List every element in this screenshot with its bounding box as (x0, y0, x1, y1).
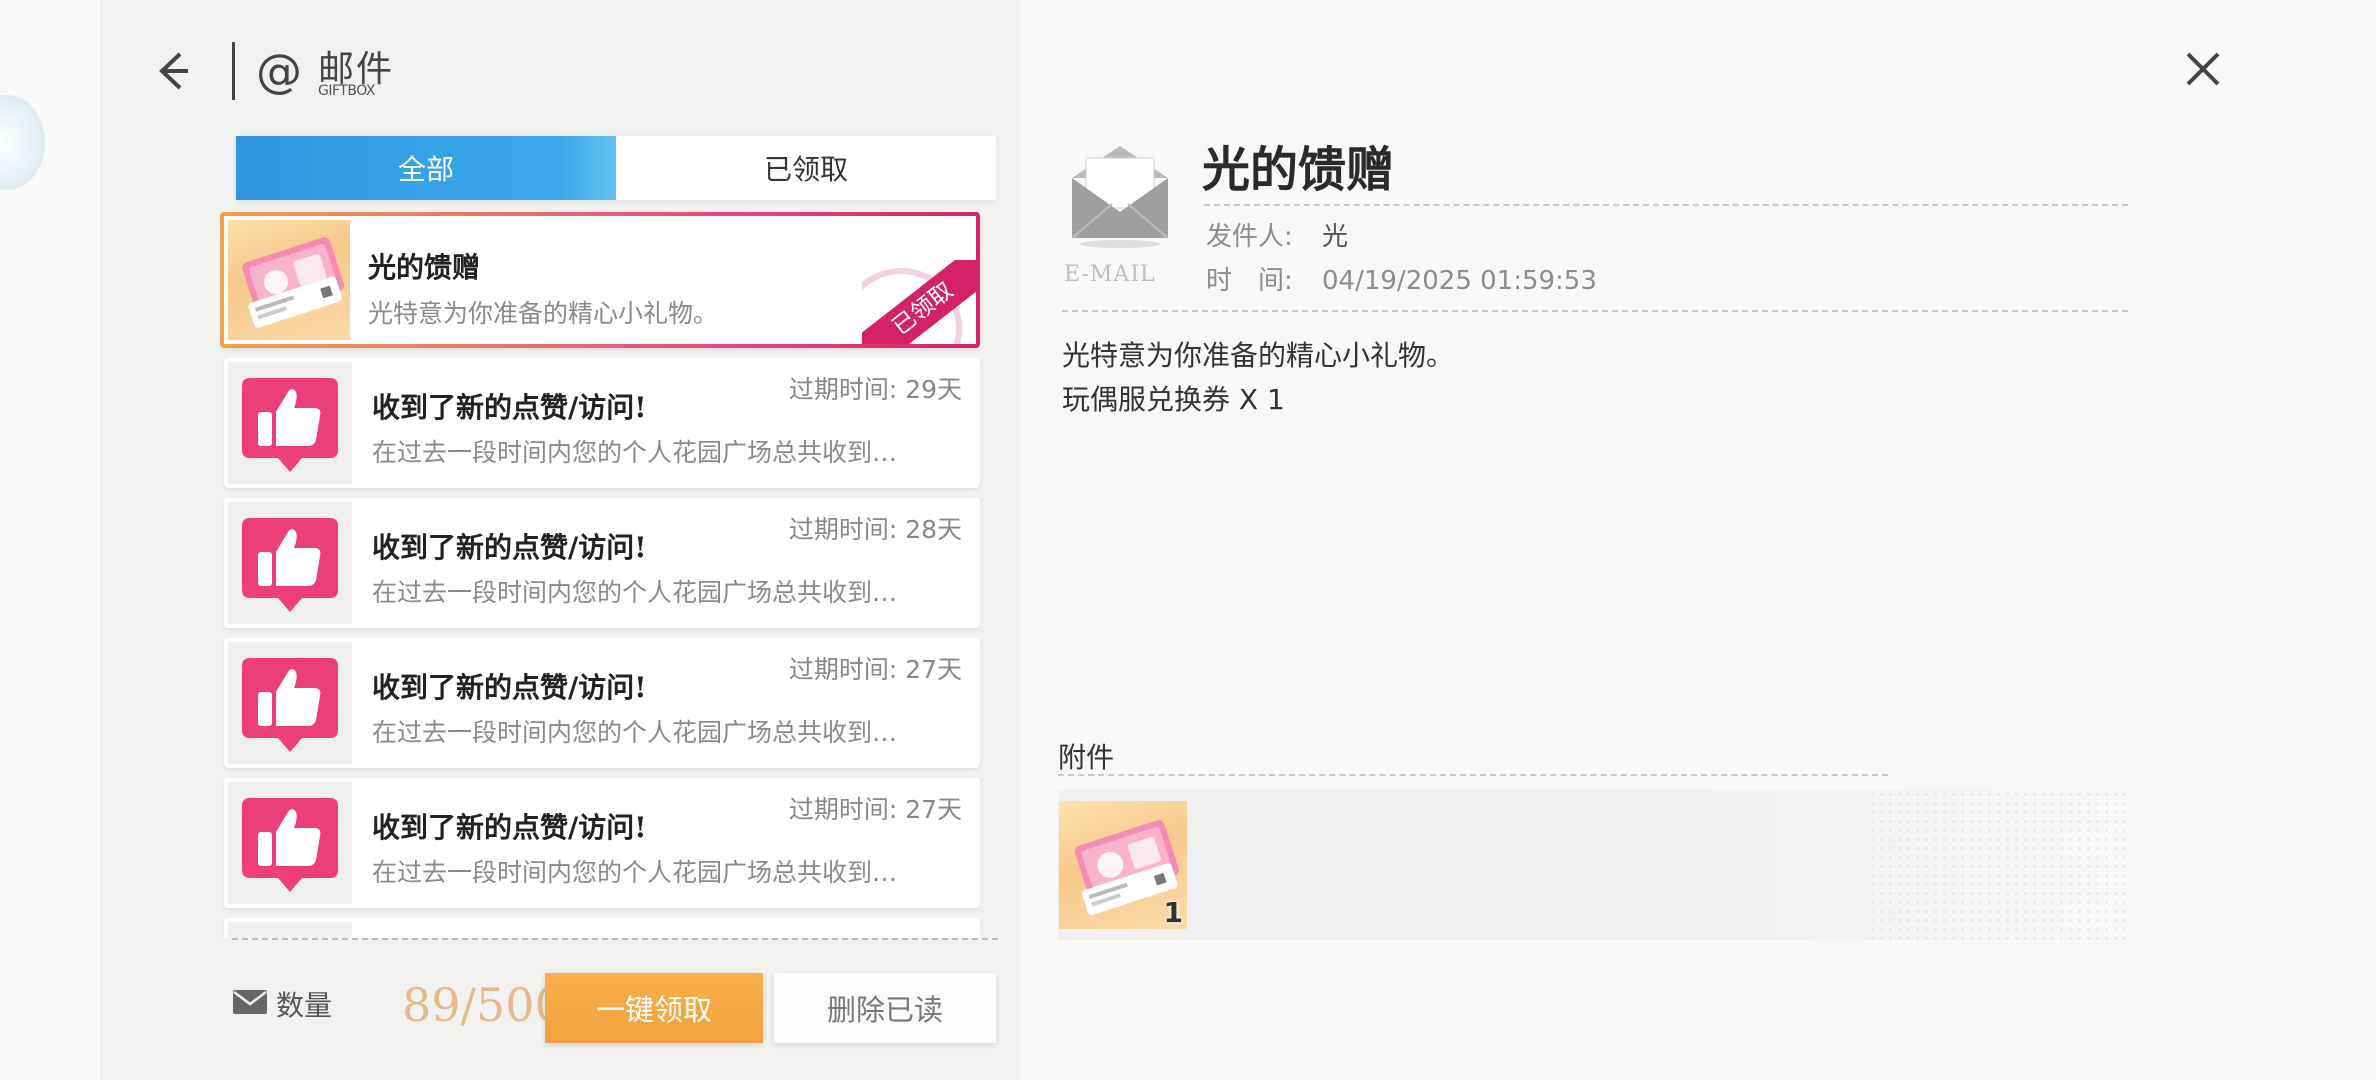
back-button[interactable] (148, 46, 198, 96)
close-icon (2186, 52, 2220, 86)
attachment-item[interactable]: 1 (1059, 801, 1187, 929)
attachments-divider (1058, 774, 1888, 776)
tab-claimed[interactable]: 已领取 (616, 136, 996, 200)
close-button[interactable] (2180, 46, 2226, 92)
attachments-label: 附件 (1058, 741, 1115, 774)
mail-item[interactable]: 收到了新的点赞/访问! 在过去一段时间内您的个人花园广场总共收到… 过期时间: … (224, 778, 980, 908)
claimed-stamp: 已领取 (862, 260, 976, 344)
mail-item-selected[interactable]: 光的馈赠 光特意为你准备的精心小礼物。 已领取 (220, 212, 980, 348)
mail-expire-time: 过期时间: 27天 (788, 795, 962, 824)
header-divider (232, 42, 235, 100)
mail-item[interactable]: 收到了新的点赞/访问! 在过去一段时间内您的个人花园广场总共收到… 过期时间: … (224, 498, 980, 628)
mail-list[interactable]: 光的馈赠 光特意为你准备的精心小礼物。 已领取 收到了新的点赞/访问! 在过去一… (220, 212, 984, 938)
detail-divider (1062, 310, 2128, 312)
time-value: 04/19/2025 01:59:53 (1322, 266, 1597, 296)
envelope-icon (1071, 146, 1169, 248)
thumbs-up-icon (228, 642, 352, 764)
attachment-quantity: 1 (1163, 896, 1183, 929)
thumbs-up-icon (228, 782, 352, 904)
mail-item[interactable]: 收到了新的点赞/访问! 在过去一段时间内您的个人花园广场总共收到… 过期时间: … (224, 638, 980, 768)
side-bubble-icon[interactable] (0, 95, 45, 190)
delete-read-button[interactable]: 删除已读 (774, 973, 996, 1043)
sender-label: 发件人: (1206, 222, 1293, 252)
mail-item-partial[interactable] (224, 918, 980, 938)
mail-count-value: 89/500 (402, 978, 552, 1032)
mail-preview: 光特意为你准备的精心小礼物。 (368, 299, 719, 328)
time-row: 时 间: 04/19/2025 01:59:53 (1206, 260, 1597, 297)
tab-all[interactable]: 全部 (236, 136, 616, 200)
sender-value: 光 (1322, 222, 1349, 252)
body-line: 玩偶服兑换券 X 1 (1062, 383, 1285, 416)
page-subtitle: GIFTBOX (318, 83, 375, 99)
thumbs-up-icon (228, 362, 352, 484)
mail-preview: 在过去一段时间内您的个人花园广场总共收到… (372, 438, 898, 467)
attachments-strip (1058, 790, 2128, 940)
detail-divider (1204, 204, 2128, 206)
thumbs-up-icon (228, 922, 352, 938)
mail-expire-time: 过期时间: 27天 (788, 655, 962, 684)
time-label: 时 间: (1206, 266, 1293, 296)
mail-expire-time: 过期时间: 29天 (788, 375, 962, 404)
list-divider (232, 938, 998, 940)
mail-title: 收到了新的点赞/访问! (372, 391, 647, 424)
sender-row: 发件人: 光 (1206, 216, 1348, 253)
thumbs-up-icon (228, 502, 352, 624)
mail-icon (233, 990, 267, 1014)
claim-all-button[interactable]: 一键领取 (545, 973, 763, 1043)
mail-preview: 在过去一段时间内您的个人花园广场总共收到… (372, 578, 898, 607)
at-icon: @ (256, 44, 302, 98)
detail-title: 光的馈赠 (1202, 142, 1395, 198)
left-edge (0, 0, 100, 1080)
mail-expire-time: 过期时间: 28天 (788, 515, 962, 544)
mail-title: 光的馈赠 (368, 251, 481, 284)
back-arrow-icon (159, 52, 188, 90)
mail-title: 收到了新的点赞/访问! (372, 671, 647, 704)
mail-preview: 在过去一段时间内您的个人花园广场总共收到… (372, 858, 898, 887)
mail-item[interactable]: 收到了新的点赞/访问! 在过去一段时间内您的个人花园广场总共收到… 过期时间: … (224, 358, 980, 488)
email-word: E-MAIL (1064, 262, 1156, 287)
body-line: 光特意为你准备的精心小礼物。 (1062, 339, 1455, 372)
mail-title: 收到了新的点赞/访问! (372, 811, 647, 844)
mail-count-label: 数量 (276, 989, 333, 1022)
mail-tabs: 全部 已领取 (236, 136, 996, 200)
mail-preview: 在过去一段时间内您的个人花园广场总共收到… (372, 718, 898, 747)
voucher-ticket-icon (228, 220, 350, 340)
mail-title: 收到了新的点赞/访问! (372, 531, 647, 564)
